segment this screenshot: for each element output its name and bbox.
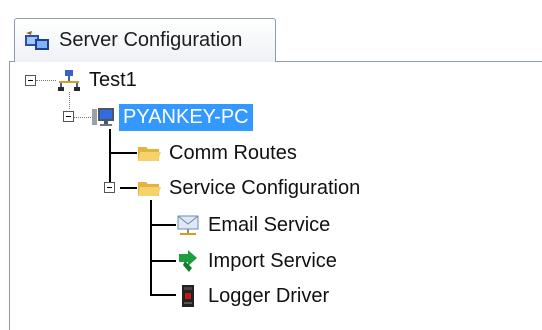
tree-connector xyxy=(150,224,176,226)
tree-node-label: PYANKEY-PC xyxy=(119,103,253,131)
tree-node-logger-driver[interactable]: Logger Driver xyxy=(176,282,333,310)
import-icon xyxy=(179,250,197,272)
tree-connector xyxy=(109,129,111,188)
folder-icon xyxy=(138,182,161,196)
tree-node-label: Import Service xyxy=(208,249,337,272)
computer-icon xyxy=(92,108,114,126)
tree-connector xyxy=(150,200,152,295)
collapse-service-configuration-toggle[interactable] xyxy=(104,182,115,193)
email-icon xyxy=(177,215,199,235)
tree-node-label: Test1 xyxy=(89,68,137,91)
tree-connector xyxy=(150,294,176,296)
tree-node-email-service[interactable]: Email Service xyxy=(176,211,334,239)
tree-node-pyankey-pc[interactable]: PYANKEY-PC xyxy=(91,103,253,131)
logger-icon xyxy=(182,285,194,307)
tree-connector xyxy=(36,80,56,81)
tree-node-comm-routes[interactable]: Comm Routes xyxy=(137,139,301,167)
collapse-pyankey-pc-toggle[interactable] xyxy=(63,111,74,122)
tree-node-label: Logger Driver xyxy=(208,284,330,307)
folder-icon xyxy=(138,147,161,161)
tree-node-service-configuration[interactable]: Service Configuration xyxy=(137,174,364,202)
tree-node-label: Email Service xyxy=(208,213,331,236)
tree-node-label: Service Configuration xyxy=(169,176,361,199)
tree-connector xyxy=(120,187,137,189)
tree-connector xyxy=(69,92,70,109)
tree-node-import-service[interactable]: Import Service xyxy=(176,247,341,275)
tree-node-label: Comm Routes xyxy=(169,141,297,164)
tree-connector xyxy=(150,260,176,262)
tree-view: Test1 PYANKEY-PC Comm Routes Service Con… xyxy=(0,0,542,330)
collapse-test1-toggle[interactable] xyxy=(25,75,36,86)
network-icon xyxy=(58,70,80,91)
tree-connector xyxy=(109,152,137,154)
tree-node-test1[interactable]: Test1 xyxy=(57,66,141,94)
